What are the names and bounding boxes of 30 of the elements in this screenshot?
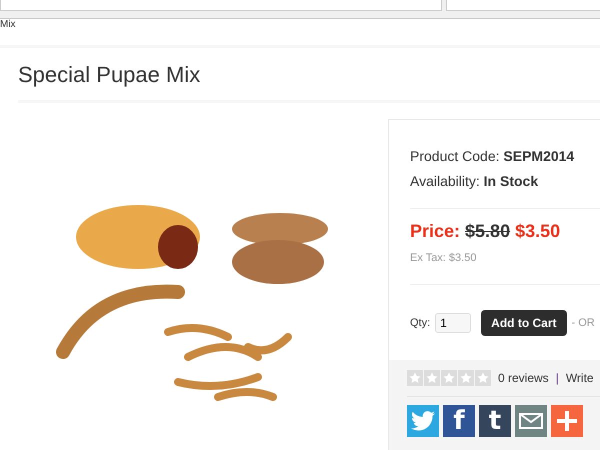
facebook-share-button[interactable]: f	[443, 405, 475, 437]
star-icon	[407, 370, 423, 386]
address-bar[interactable]	[0, 0, 442, 11]
ex-tax-price: Ex Tax: $3.50	[410, 252, 478, 264]
or-separator: - OR	[572, 317, 595, 329]
email-share-button[interactable]	[515, 405, 547, 437]
availability: Availability: In Stock	[410, 172, 540, 191]
write-review-link[interactable]: Write	[566, 371, 594, 385]
star-icon	[458, 370, 474, 386]
envelope-icon	[519, 413, 543, 429]
twitter-share-button[interactable]	[407, 405, 439, 437]
product-code: Product Code: SEPM2014	[410, 147, 576, 166]
star-icon	[441, 370, 457, 386]
quantity-label: Qty:	[410, 317, 430, 329]
plus-icon	[557, 411, 577, 431]
review-count-link[interactable]: 0 reviews	[498, 371, 549, 385]
search-field[interactable]	[446, 0, 600, 11]
bird-icon	[411, 411, 435, 431]
old-price: $5.80	[465, 221, 510, 242]
more-share-button[interactable]	[551, 405, 583, 437]
tumblr-share-button[interactable]: t	[479, 405, 511, 437]
star-icon	[424, 370, 440, 386]
product-title: Special Pupae Mix	[18, 61, 202, 89]
breadcrumb-link[interactable]: Mix	[0, 19, 600, 31]
star-icon	[475, 370, 491, 386]
sale-price: $3.50	[515, 221, 560, 242]
separator: |	[556, 371, 559, 385]
add-to-cart-button[interactable]: Add to Cart	[481, 310, 566, 336]
price-label: Price:	[410, 221, 460, 242]
quantity-field[interactable]: 1	[435, 313, 472, 333]
